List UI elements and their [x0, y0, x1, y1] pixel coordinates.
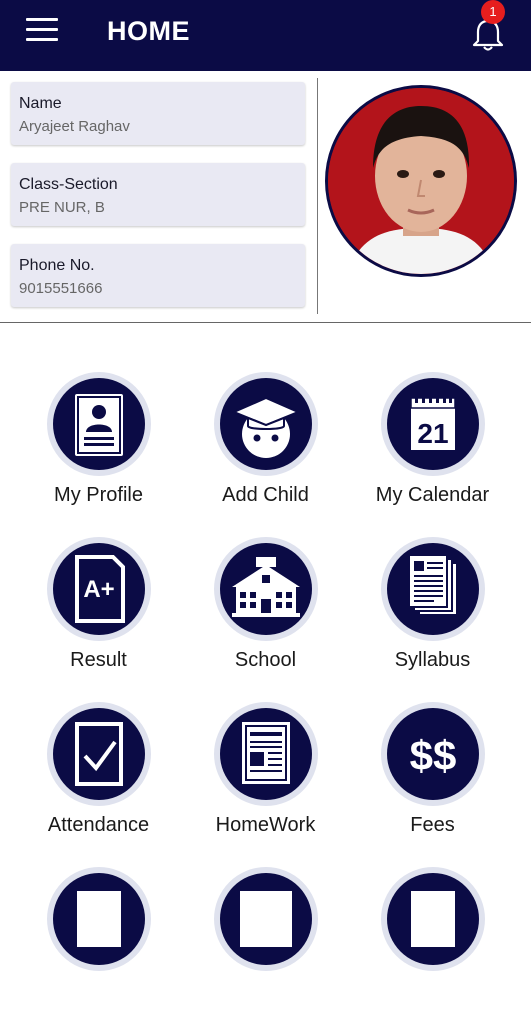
app-bar: HOME 1: [0, 0, 531, 71]
checkbox-icon: [52, 708, 145, 800]
phone-value: 9015551666: [19, 280, 103, 297]
tile-label: HomeWork: [215, 814, 316, 836]
notebook-icon: [219, 708, 312, 800]
grade-icon: A+: [52, 543, 145, 635]
tile-partial-1[interactable]: [15, 867, 182, 1017]
document-icon: [52, 873, 145, 965]
tile-label: School: [234, 649, 297, 671]
class-section-label: Class-Section: [19, 176, 118, 193]
id-card-icon: [52, 378, 145, 470]
tile-label: Fees: [410, 814, 455, 836]
graduate-icon: [219, 378, 312, 470]
grade-text: A+: [83, 576, 114, 603]
document-icon: [219, 873, 312, 965]
page-title: HOME: [107, 16, 190, 46]
phone-card: Phone No. 9015551666: [11, 244, 305, 307]
vertical-divider: [317, 78, 318, 314]
name-card: Name Aryajeet Raghav: [11, 82, 305, 145]
tile-label: Syllabus: [394, 649, 471, 671]
tile-my-calendar[interactable]: 21 My Calendar: [349, 372, 516, 522]
tile-label: Attendance: [47, 814, 150, 836]
school-building-icon: [219, 543, 312, 635]
documents-icon: [386, 543, 479, 635]
horizontal-divider: [0, 322, 531, 323]
tile-label: Result: [70, 649, 127, 671]
class-section-value: PRE NUR, B: [19, 199, 105, 216]
tile-add-child[interactable]: Add Child: [182, 372, 349, 522]
tile-partial-3[interactable]: [349, 867, 516, 1017]
tile-my-profile[interactable]: My Profile: [15, 372, 182, 522]
profile-info: Name Aryajeet Raghav Class-Section PRE N…: [11, 82, 305, 325]
calendar-icon: 21: [386, 378, 479, 470]
name-value: Aryajeet Raghav: [19, 118, 130, 135]
calendar-day: 21: [417, 418, 448, 449]
tile-partial-2[interactable]: [182, 867, 349, 1017]
tile-fees[interactable]: $$ Fees: [349, 702, 516, 852]
document-icon: [386, 873, 479, 965]
tile-homework[interactable]: HomeWork: [182, 702, 349, 852]
dollar-icon: $$: [386, 708, 479, 800]
name-label: Name: [19, 95, 62, 112]
tile-result[interactable]: A+ Result: [15, 537, 182, 687]
fees-symbol: $$: [409, 732, 456, 779]
tile-syllabus[interactable]: Syllabus: [349, 537, 516, 687]
tile-attendance[interactable]: Attendance: [15, 702, 182, 852]
tile-label: My Profile: [54, 484, 143, 506]
notification-badge[interactable]: 1: [481, 0, 505, 24]
tile-label: Add Child: [222, 484, 309, 506]
menu-icon[interactable]: [26, 18, 58, 44]
class-section-card: Class-Section PRE NUR, B: [11, 163, 305, 226]
student-photo[interactable]: [325, 85, 517, 277]
tile-label: My Calendar: [375, 484, 490, 506]
phone-label: Phone No.: [19, 257, 95, 274]
tile-school[interactable]: School: [182, 537, 349, 687]
